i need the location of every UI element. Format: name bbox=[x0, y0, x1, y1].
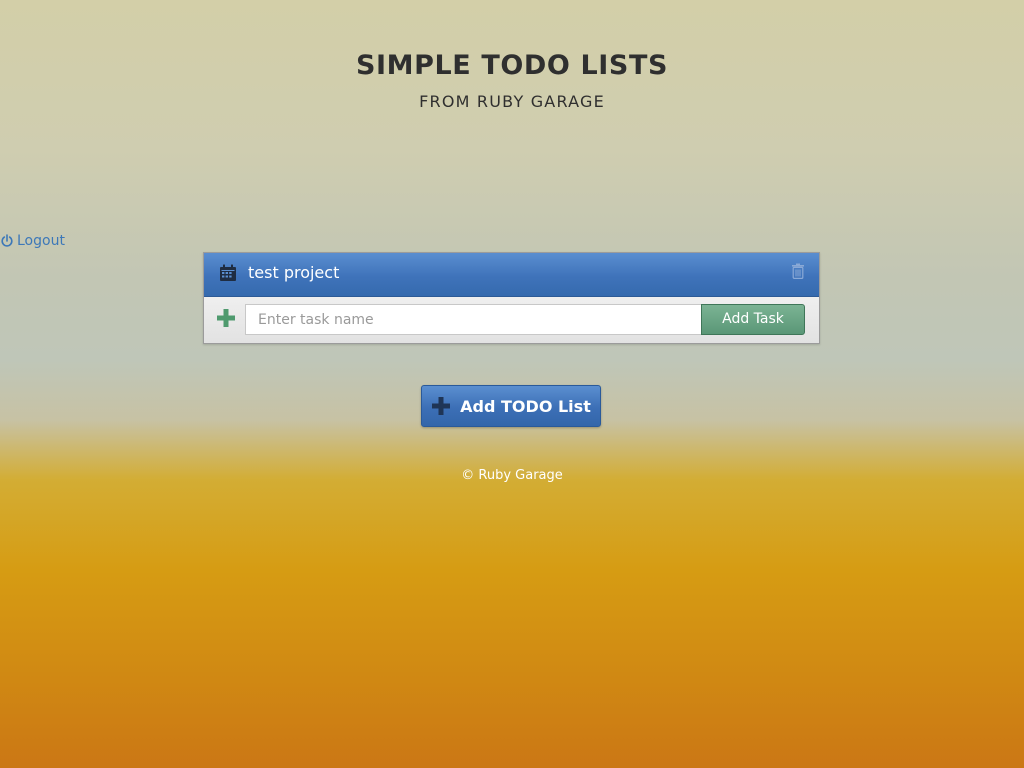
plus-icon bbox=[432, 397, 451, 415]
add-task-button[interactable]: Add Task bbox=[701, 304, 805, 335]
logout-label: Logout bbox=[17, 233, 65, 249]
page-subtitle: FROM RUBY GARAGE bbox=[419, 92, 605, 111]
calendar-icon bbox=[220, 264, 236, 281]
list-title[interactable]: test project bbox=[248, 262, 339, 284]
list-header: test project bbox=[204, 253, 819, 297]
add-task-row: Add Task bbox=[204, 297, 819, 343]
page-title: SIMPLE TODO LISTS bbox=[355, 50, 669, 81]
footer-copyright: © Ruby Garage bbox=[461, 468, 563, 483]
add-todo-list-label: Add TODO List bbox=[460, 396, 591, 416]
power-icon bbox=[1, 234, 13, 247]
add-todo-list-button[interactable]: Add TODO List bbox=[421, 385, 601, 427]
trash-icon[interactable] bbox=[791, 263, 805, 279]
todo-list: test project Add Task bbox=[203, 252, 820, 344]
logout-link[interactable]: Logout bbox=[0, 231, 65, 251]
task-name-input[interactable] bbox=[245, 304, 701, 335]
plus-icon bbox=[217, 309, 235, 327]
